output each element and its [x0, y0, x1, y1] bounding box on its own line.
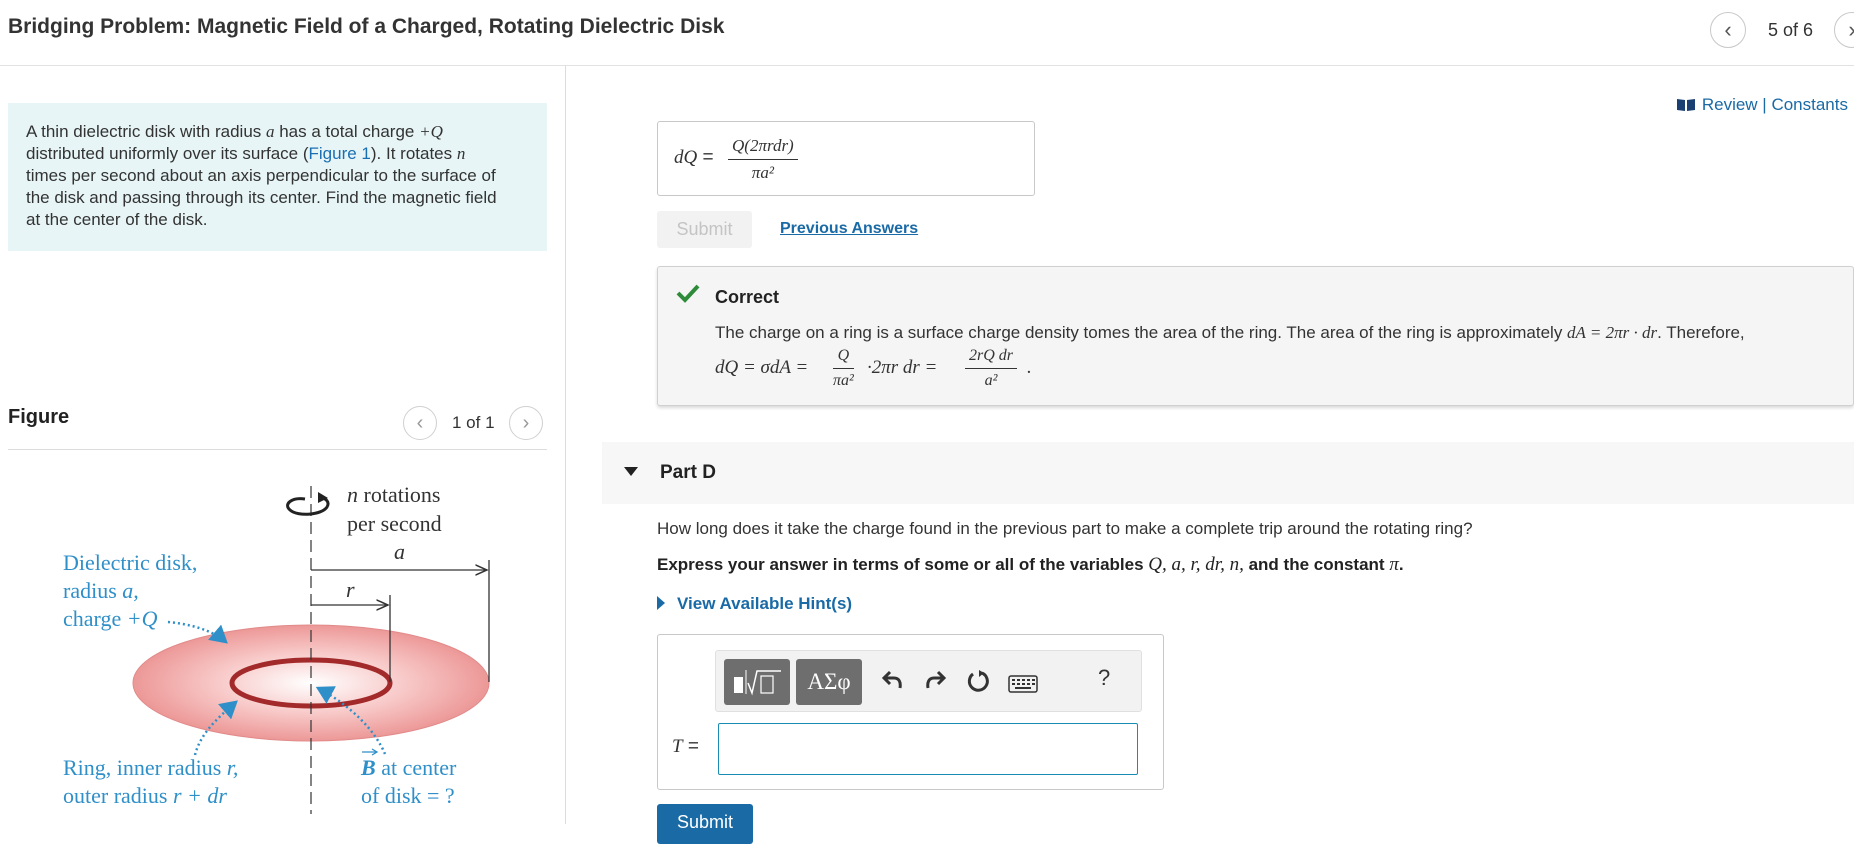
- var-q: +Q: [419, 122, 443, 141]
- figure-pagination: 1 of 1: [452, 413, 495, 432]
- review-constants-link[interactable]: Review | Constants: [1676, 95, 1848, 117]
- var-n: n: [456, 144, 466, 163]
- figure-image: n rotations per second a r Dielectric di…: [63, 482, 490, 814]
- disk-label-line1: Dielectric disk,: [63, 550, 197, 575]
- caret-right-icon: [657, 596, 665, 610]
- figure-title: Figure: [8, 406, 70, 428]
- undo-icon[interactable]: [881, 669, 904, 698]
- submit-button[interactable]: Submit: [657, 804, 753, 844]
- previous-answer-display: dQ = Q(2πrdr) πa²: [657, 121, 1035, 196]
- book-icon: [1676, 97, 1696, 117]
- part-d-header[interactable]: Part D: [602, 442, 1854, 504]
- feedback-title: Correct: [715, 287, 780, 307]
- feedback-text: The charge on a ring is a surface charge…: [715, 323, 1745, 342]
- pane-divider: [565, 66, 566, 824]
- feedback-fraction-1: Q πa²: [833, 347, 854, 389]
- math-toolbar: ΑΣφ ?: [715, 650, 1142, 712]
- field-label-line2: of disk = ?: [361, 783, 455, 808]
- r-label: r: [346, 577, 355, 602]
- page-title: Bridging Problem: Magnetic Field of a Ch…: [8, 15, 725, 38]
- view-hints-link[interactable]: View Available Hint(s): [657, 594, 852, 614]
- figure-next-button[interactable]: ›: [509, 406, 543, 440]
- field-label-line1: B at center: [360, 755, 457, 780]
- problem-text: times per second about an axis perpendic…: [26, 166, 496, 185]
- templates-button[interactable]: [724, 659, 790, 705]
- rotations-label: n rotations: [347, 482, 441, 507]
- problem-text: A thin dielectric disk with radius: [26, 122, 266, 141]
- feedback-fraction-2: 2rQ dr a²: [965, 347, 1018, 390]
- review-constants-label: Review | Constants: [1701, 95, 1848, 114]
- problem-text: at the center of the disk.: [26, 210, 208, 229]
- previous-item-button[interactable]: ‹: [1710, 12, 1746, 48]
- var-a: a: [266, 122, 275, 141]
- chevron-left-icon: ‹: [416, 411, 424, 434]
- problem-text: distributed uniformly over its surface (: [26, 144, 309, 163]
- header-bar: Bridging Problem: Magnetic Field of a Ch…: [0, 0, 1854, 66]
- disk-label-line2: radius a,: [63, 578, 139, 603]
- caret-down-icon: [624, 467, 638, 476]
- next-item-button[interactable]: ›: [1834, 12, 1854, 48]
- chevron-left-icon: ‹: [1724, 17, 1732, 42]
- hints-label: View Available Hint(s): [677, 594, 853, 613]
- redo-icon[interactable]: [924, 669, 947, 698]
- figure-divider: [8, 449, 547, 450]
- per-second-label: per second: [347, 511, 442, 536]
- reset-icon[interactable]: [966, 669, 990, 700]
- item-pagination: 5 of 6: [1768, 20, 1814, 40]
- greek-symbols-button[interactable]: ΑΣφ: [796, 659, 862, 705]
- checkmark-icon: [676, 284, 700, 303]
- answer-denominator: πa²: [751, 163, 774, 182]
- previous-answers-link[interactable]: Previous Answers: [780, 220, 918, 238]
- answer-fraction: Q(2πrdr) πa²: [728, 136, 798, 183]
- a-label: a: [394, 539, 405, 564]
- answer-numerator: Q(2πrdr): [728, 136, 798, 160]
- answer-input-panel: ΑΣφ ? T =: [657, 634, 1164, 790]
- submit-button-disabled[interactable]: Submit: [657, 211, 752, 248]
- keyboard-icon[interactable]: [1008, 672, 1038, 700]
- answer-lhs: dQ =: [674, 147, 714, 168]
- problem-statement: A thin dielectric disk with radius a has…: [8, 103, 547, 251]
- problem-text: the disk and passing through its center.…: [26, 188, 497, 207]
- radical-template-icon: [734, 670, 781, 696]
- answer-variable-label: T =: [672, 736, 699, 757]
- figure-previous-button[interactable]: ‹: [403, 406, 437, 440]
- ring-label-line1: Ring, inner radius r,: [63, 755, 238, 780]
- part-d-label: Part D: [660, 462, 716, 483]
- chevron-right-icon: ›: [522, 411, 530, 434]
- answer-input-field[interactable]: [718, 723, 1138, 775]
- problem-text: ). It rotates: [370, 144, 457, 163]
- help-icon[interactable]: ?: [1098, 665, 1110, 691]
- ring-label-line2: outer radius r + dr: [63, 783, 227, 808]
- feedback-correct-box: Correct The charge on a ring is a surfac…: [657, 266, 1854, 406]
- problem-text: has a total charge: [274, 122, 420, 141]
- chevron-right-icon: ›: [1848, 17, 1854, 43]
- part-d-instructions: Express your answer in terms of some or …: [657, 554, 1404, 575]
- disk-label-line3: charge +Q: [63, 606, 158, 631]
- feedback-equation: dQ = σdA = Q πa² ·2πr dr = 2rQ dr a² .: [715, 347, 1032, 390]
- part-d-question: How long does it take the charge found i…: [657, 519, 1473, 538]
- figure-link[interactable]: Figure 1: [309, 144, 371, 163]
